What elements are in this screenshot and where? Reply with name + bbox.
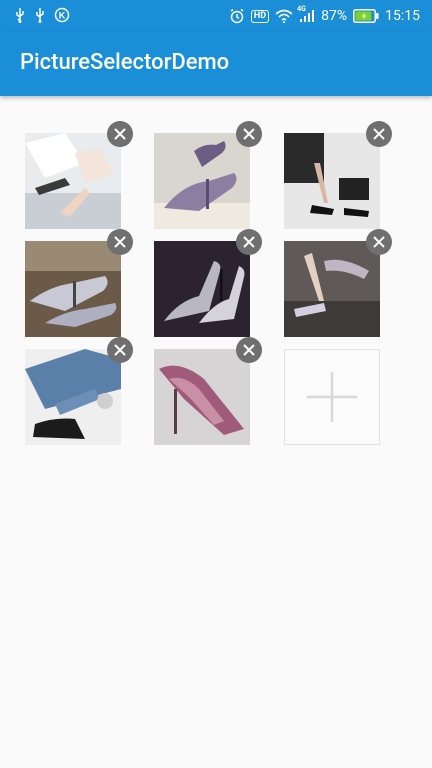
usb-icon (34, 7, 46, 23)
close-icon (114, 236, 126, 248)
battery-percent: 87% (321, 8, 348, 24)
photo-6[interactable] (284, 241, 380, 337)
delete-button[interactable] (107, 337, 133, 363)
photo-1[interactable] (25, 133, 121, 229)
k-app-icon: K (54, 7, 70, 23)
wifi-icon (275, 9, 293, 23)
delete-button[interactable] (236, 229, 262, 255)
signal-icon: 4G (297, 5, 315, 23)
alarm-icon (229, 8, 245, 24)
close-icon (243, 128, 255, 140)
thumbnail-3[interactable] (284, 121, 392, 229)
clock: 15:15 (385, 8, 420, 24)
photo-5[interactable] (154, 241, 250, 337)
close-icon (243, 236, 255, 248)
usb-icon (14, 7, 26, 23)
delete-button[interactable] (236, 337, 262, 363)
delete-button[interactable] (107, 121, 133, 147)
svg-text:K: K (59, 11, 66, 21)
add-photo-button[interactable] (284, 349, 380, 445)
thumbnail-7[interactable] (25, 337, 133, 445)
delete-button[interactable] (366, 121, 392, 147)
hd-icon: HD (250, 9, 270, 23)
plus-icon (307, 372, 357, 422)
status-bar-left: K (14, 7, 70, 23)
thumbnail-4[interactable] (25, 229, 133, 337)
close-icon (243, 344, 255, 356)
delete-button[interactable] (236, 121, 262, 147)
photo-4[interactable] (25, 241, 121, 337)
close-icon (373, 128, 385, 140)
battery-icon (353, 9, 379, 23)
close-icon (373, 236, 385, 248)
app-title: PictureSelectorDemo (20, 50, 230, 75)
network-type-label: 4G (297, 5, 306, 13)
status-bar-right: HD 4G 87% 15:15 (229, 5, 420, 26)
thumbnail-5[interactable] (154, 229, 262, 337)
photo-8[interactable] (154, 349, 250, 445)
photo-7[interactable] (25, 349, 121, 445)
thumbnail-6[interactable] (284, 229, 392, 337)
status-bar: K HD 4G 87% 15:15 (0, 0, 432, 32)
thumbnail-2[interactable] (154, 121, 262, 229)
delete-button[interactable] (107, 229, 133, 255)
thumbnail-8[interactable] (154, 337, 262, 445)
thumbnail-1[interactable] (25, 121, 133, 229)
app-bar: PictureSelectorDemo (0, 32, 432, 96)
delete-button[interactable] (366, 229, 392, 255)
close-icon (114, 128, 126, 140)
close-icon (114, 344, 126, 356)
photo-2[interactable] (154, 133, 250, 229)
photo-3[interactable] (284, 133, 380, 229)
